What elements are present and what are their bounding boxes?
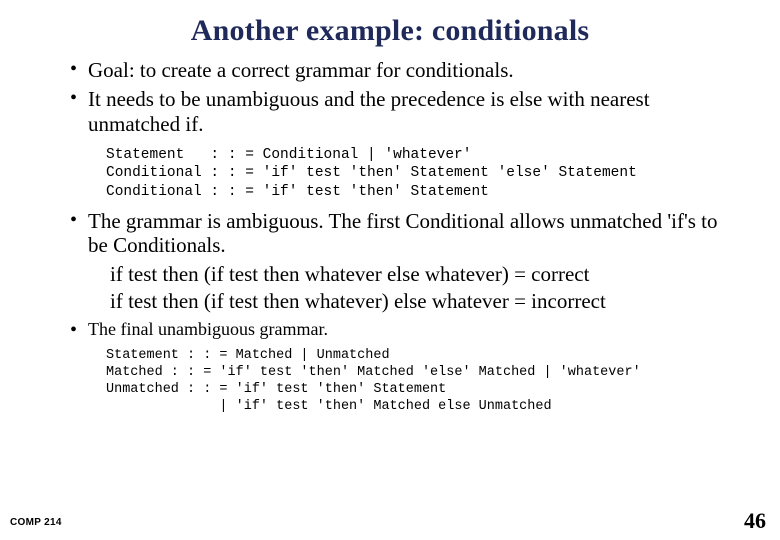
example-correct: if test then (if test then whatever else…	[70, 262, 740, 287]
bullet-list-2: The grammar is ambiguous. The first Cond…	[70, 209, 740, 259]
slide: Another example: conditionals Goal: to c…	[0, 0, 780, 540]
code-grammar-ambiguous: Statement : : = Conditional | 'whatever'…	[70, 140, 740, 208]
slide-title: Another example: conditionals	[0, 0, 780, 54]
bullet-text: Goal: to create a correct grammar for co…	[88, 58, 514, 82]
example-incorrect: if test then (if test then whatever) els…	[70, 289, 740, 314]
footer-page-number: 46	[744, 508, 766, 534]
bullet-list: Goal: to create a correct grammar for co…	[70, 58, 740, 136]
bullet-final: The final unambiguous grammar.	[70, 318, 740, 341]
footer-course: COMP 214	[10, 517, 62, 528]
code-grammar-final: Statement : : = Matched | Unmatched Matc…	[70, 344, 740, 416]
bullet-goal: Goal: to create a correct grammar for co…	[70, 58, 740, 83]
bullet-text: The final unambiguous grammar.	[88, 319, 328, 339]
slide-body: Goal: to create a correct grammar for co…	[0, 54, 780, 416]
bullet-text: It needs to be unambiguous and the prece…	[88, 87, 650, 136]
bullet-unambiguous: It needs to be unambiguous and the prece…	[70, 87, 740, 137]
bullet-ambiguous: The grammar is ambiguous. The first Cond…	[70, 209, 740, 259]
bullet-list-3: The final unambiguous grammar.	[70, 318, 740, 341]
bullet-text: The grammar is ambiguous. The first Cond…	[88, 209, 718, 258]
